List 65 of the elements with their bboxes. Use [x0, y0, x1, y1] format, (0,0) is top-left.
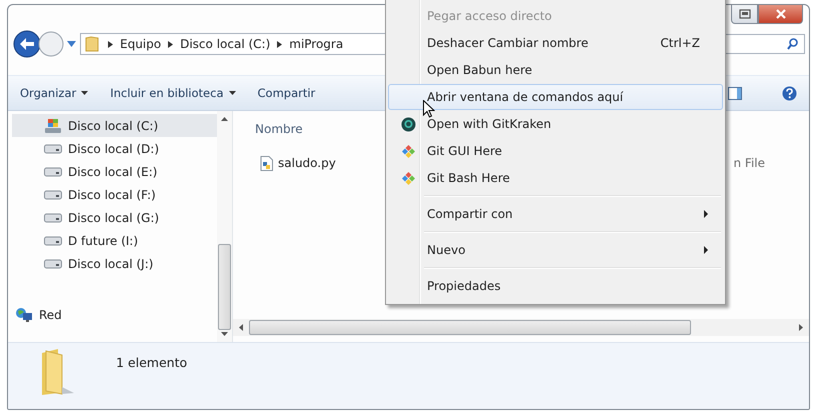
column-header[interactable]: Nombre	[255, 122, 303, 136]
scroll-thumb[interactable]	[249, 320, 691, 335]
drive-icon	[44, 212, 62, 222]
breadcrumb-arrow-icon[interactable]	[168, 40, 174, 48]
navigation-item[interactable]: Disco local (E:)	[12, 160, 217, 183]
navigation-item[interactable]: Disco local (G:)	[12, 206, 217, 229]
drive-icon	[44, 258, 62, 268]
scroll-right-icon[interactable]	[799, 324, 803, 331]
scroll-left-icon[interactable]	[239, 324, 243, 331]
close-icon	[774, 9, 786, 19]
navigation-item[interactable]: Disco local (J:)	[12, 252, 217, 275]
drive-icon	[44, 190, 62, 200]
item-count: 1 elemento	[116, 355, 188, 370]
horizontal-scrollbar[interactable]	[233, 319, 809, 336]
preview-pane-icon[interactable]	[728, 86, 742, 100]
breadcrumb-item[interactable]: miProgra	[289, 37, 344, 51]
toolbar-button[interactable]: Organizar	[20, 86, 88, 100]
menu-item[interactable]: Compartir con	[388, 201, 723, 227]
menu-item[interactable]: Open Babun here	[388, 57, 723, 83]
menu-item[interactable]: Git Bash Here	[388, 165, 723, 191]
menu-item[interactable]: Propiedades	[388, 273, 723, 299]
diamond-icon	[400, 170, 416, 186]
diamond-icon	[400, 144, 416, 158]
help-icon[interactable]	[782, 86, 797, 100]
vertical-scrollbar[interactable]	[217, 111, 232, 342]
drive-icon	[44, 236, 62, 246]
search-icon	[787, 38, 798, 50]
file-item[interactable]: saludo.py	[260, 156, 336, 170]
menu-item[interactable]: Abrir ventana de comandos aquí	[388, 84, 723, 110]
dropdown-arrow-icon	[228, 91, 236, 95]
close-button[interactable]	[758, 5, 803, 24]
menu-item[interactable]: Open with GitKraken	[388, 111, 723, 137]
navigation-item[interactable]: Red	[12, 303, 217, 326]
ring-icon	[400, 116, 416, 132]
navigation-item[interactable]: D future (I:)	[12, 229, 217, 252]
network-icon	[15, 306, 33, 322]
dropdown-arrow-icon	[81, 91, 88, 95]
breadcrumb-item[interactable]: Disco local (C:)	[180, 37, 270, 51]
folder-icon	[40, 347, 76, 397]
navigation-item[interactable]: Disco local (C:)	[12, 114, 217, 137]
toolbar-button[interactable]: Compartir	[258, 86, 316, 100]
back-button[interactable]	[13, 30, 41, 58]
drive-icon	[44, 144, 62, 154]
python-file-icon	[260, 156, 273, 170]
system-drive-icon	[44, 118, 62, 134]
mouse-cursor-icon	[423, 100, 435, 118]
scroll-up-icon[interactable]	[221, 117, 228, 121]
navigation-item[interactable]: Disco local (F:)	[12, 183, 217, 206]
menu-item[interactable]: Git GUI Here	[388, 138, 723, 164]
breadcrumb-item[interactable]: Equipo	[120, 37, 162, 51]
breadcrumb-arrow-icon[interactable]	[108, 40, 113, 48]
toolbar-button[interactable]: Incluir en biblioteca	[110, 86, 236, 100]
file-type-text: n File	[734, 156, 765, 170]
scroll-thumb[interactable]	[218, 244, 231, 330]
maximize-icon	[738, 9, 750, 19]
scroll-down-icon[interactable]	[221, 332, 228, 336]
drive-icon	[44, 166, 62, 176]
menu-item[interactable]: Nuevo	[388, 237, 723, 263]
submenu-arrow-icon	[704, 246, 708, 254]
breadcrumb-arrow-icon[interactable]	[277, 40, 282, 48]
maximize-button[interactable]	[731, 5, 758, 24]
folder-icon	[85, 36, 99, 52]
navigation-item[interactable]: Disco local (D:)	[12, 137, 217, 160]
submenu-arrow-icon	[704, 210, 708, 218]
history-dropdown-icon[interactable]	[67, 40, 76, 48]
